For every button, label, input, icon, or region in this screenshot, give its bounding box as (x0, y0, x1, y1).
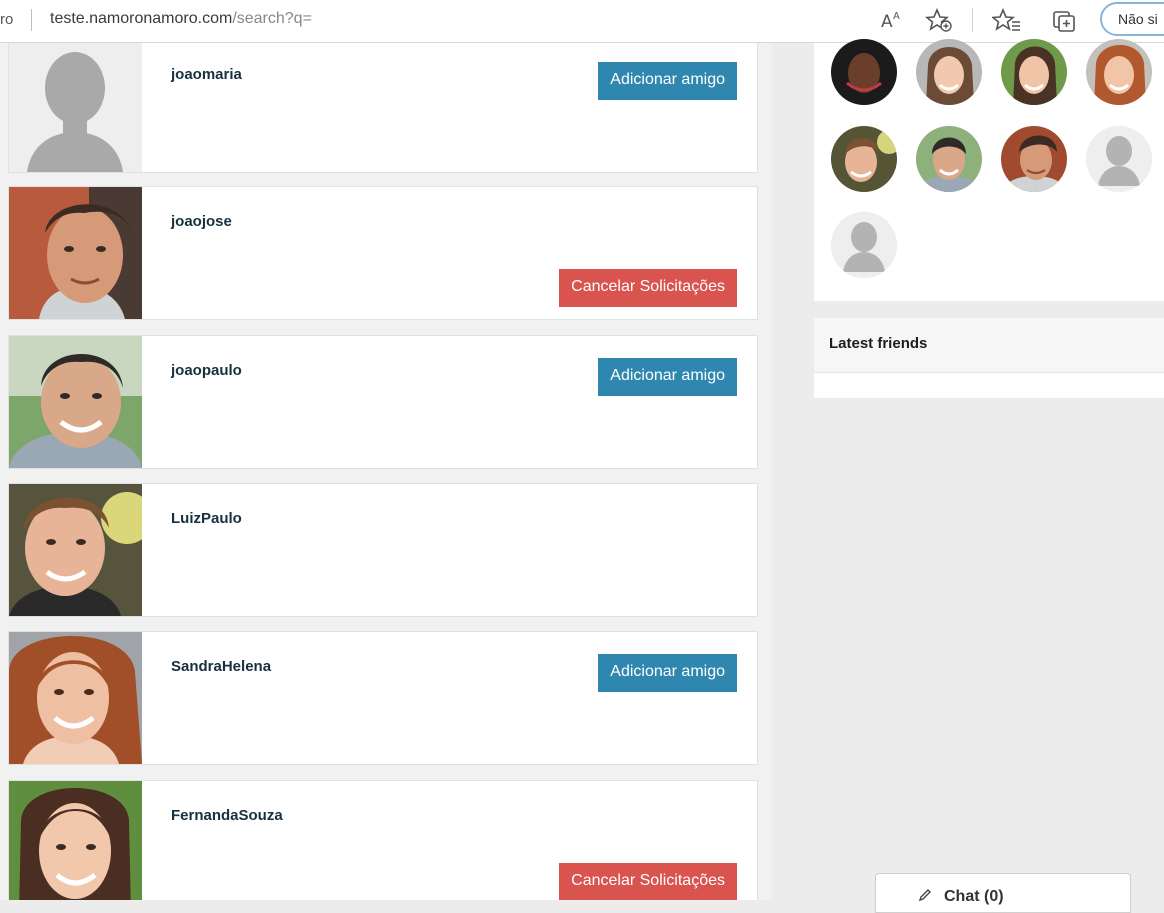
username[interactable]: LuizPaulo (171, 510, 242, 527)
avatar[interactable] (9, 43, 142, 172)
avatar[interactable] (9, 632, 142, 764)
latest-friends-box: Latest friends (814, 318, 1164, 398)
member-avatar[interactable] (916, 126, 982, 192)
signin-button[interactable]: Não si (1100, 2, 1164, 36)
latest-friends-title: Latest friends (829, 335, 928, 352)
member-avatar[interactable] (1086, 39, 1152, 105)
toolbar-divider (972, 8, 973, 32)
url-host: teste.namoronamoro.com (50, 10, 233, 27)
username[interactable]: FernandaSouza (171, 807, 283, 824)
list-item: FernandaSouza Cancelar Solicitações (8, 780, 758, 900)
cancel-request-button[interactable]: Cancelar Solicitações (559, 863, 737, 900)
add-friend-button[interactable]: Adicionar amigo (598, 62, 737, 100)
tab-title-fragment: ro (0, 11, 14, 28)
address-separator (31, 9, 32, 31)
url-path: /search?q= (232, 10, 312, 27)
list-item: joaojose Cancelar Solicitações (8, 186, 758, 320)
read-aloud-icon[interactable]: AA (876, 6, 906, 34)
list-item: LuizPaulo (8, 483, 758, 617)
member-avatar[interactable] (1001, 39, 1067, 105)
member-avatar[interactable] (916, 39, 982, 105)
collections-icon[interactable] (1050, 6, 1080, 34)
member-avatar[interactable] (1001, 126, 1067, 192)
avatar[interactable] (9, 336, 142, 468)
add-favorite-icon[interactable] (924, 6, 954, 34)
add-friend-button[interactable]: Adicionar amigo (598, 358, 737, 396)
list-item: joaopaulo Adicionar amigo (8, 335, 758, 469)
url-field[interactable]: teste.namoronamoro.com/search?q= (50, 10, 312, 28)
username[interactable]: joaopaulo (171, 362, 242, 379)
username[interactable]: SandraHelena (171, 658, 271, 675)
chat-tab[interactable]: Chat (0) (875, 873, 1131, 913)
list-item: joaomaria Adicionar amigo (8, 43, 758, 173)
member-avatar[interactable] (831, 39, 897, 105)
browser-address-bar: ro teste.namoronamoro.com/search?q= AA N… (0, 0, 1164, 43)
svg-text:A: A (881, 12, 893, 32)
chat-label: Chat (0) (944, 888, 1004, 905)
avatar[interactable] (9, 781, 142, 900)
avatar[interactable] (9, 187, 142, 319)
list-item: SandraHelena Adicionar amigo (8, 631, 758, 765)
latest-friends-header: Latest friends (814, 318, 1164, 373)
svg-text:A: A (893, 11, 900, 22)
favorites-icon[interactable] (992, 6, 1022, 34)
add-friend-button[interactable]: Adicionar amigo (598, 654, 737, 692)
member-avatar[interactable] (831, 212, 897, 278)
search-results-list: joaomaria Adicionar amigo joaojose Cance… (0, 43, 772, 900)
members-grid-panel (814, 39, 1164, 301)
member-avatar[interactable] (1086, 126, 1152, 192)
username[interactable]: joaojose (171, 213, 232, 230)
username[interactable]: joaomaria (171, 66, 242, 83)
member-avatar[interactable] (831, 126, 897, 192)
cancel-request-button[interactable]: Cancelar Solicitações (559, 269, 737, 307)
avatar[interactable] (9, 484, 142, 616)
